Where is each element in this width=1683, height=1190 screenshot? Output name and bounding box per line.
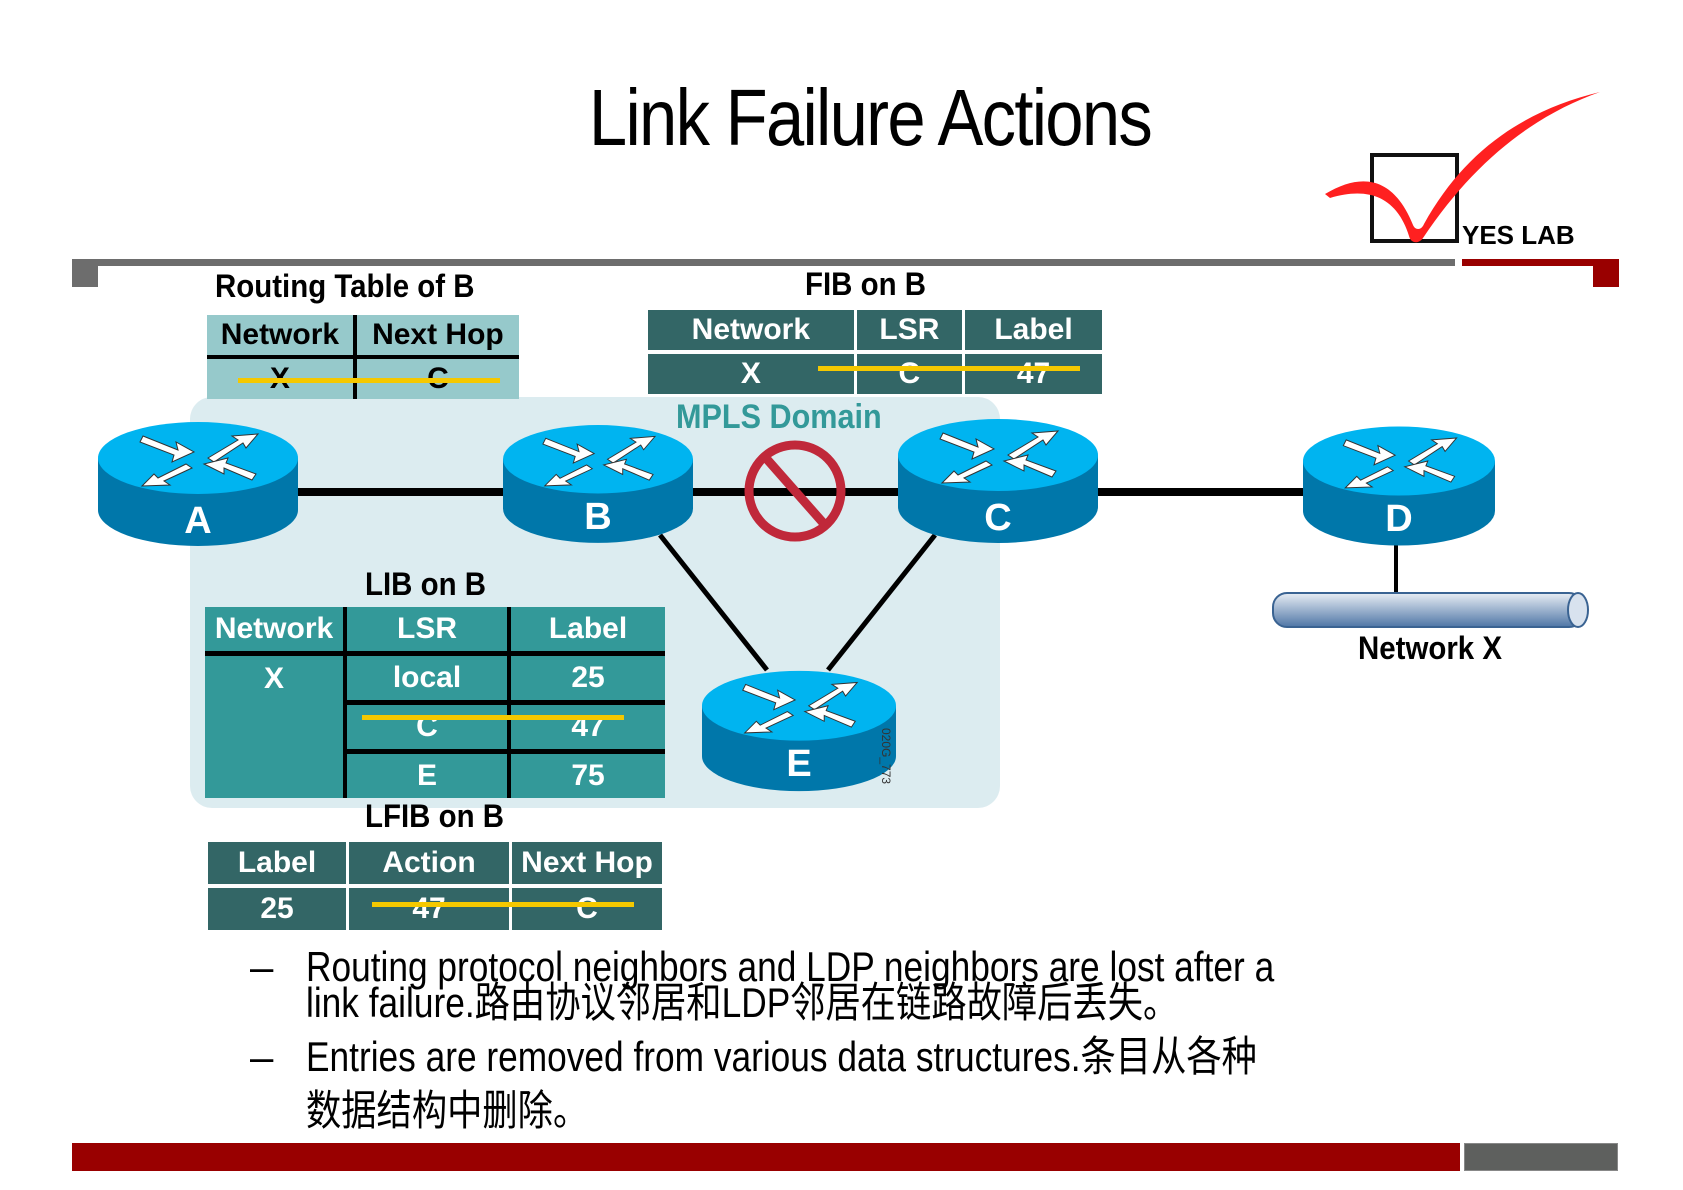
- lib-row-strikethrough: [362, 715, 624, 720]
- bullet-item: – Entries are removed from various data …: [250, 1035, 1510, 1133]
- lfib-header-label: Label: [205, 839, 349, 888]
- router-c[interactable]: C: [898, 415, 1098, 545]
- router-d[interactable]: D: [1303, 420, 1495, 550]
- bullet-item: – Routing protocol neighbors and LDP nei…: [250, 945, 1510, 1025]
- bullet-line: 数据结构中删除。: [306, 1087, 589, 1134]
- bullet-dash: –: [250, 943, 274, 990]
- lib-header-network: Network: [205, 607, 347, 656]
- footer-bar-gray: [1464, 1143, 1618, 1171]
- bullet-list: – Routing protocol neighbors and LDP nei…: [250, 945, 1510, 1143]
- footer-bar-red: [72, 1143, 1460, 1171]
- lfib-next-hop-cell: C: [509, 884, 665, 933]
- lib-lsr-cell: local: [345, 653, 511, 705]
- lfib-header-action: Action: [346, 839, 512, 888]
- lfib-header-next-hop: Next Hop: [509, 839, 665, 888]
- router-label: D: [1385, 498, 1413, 540]
- bullet-dash: –: [250, 1033, 274, 1080]
- lib-label-cell: 47: [509, 702, 665, 754]
- figure-id: 020G_773: [879, 728, 893, 785]
- lib-network-cell: X: [205, 653, 347, 798]
- lib-table: Network LSR Label X local 25 C 47 E 75: [205, 607, 665, 798]
- network-x-segment-icon: [1272, 592, 1589, 628]
- lib-header-lsr: LSR: [345, 607, 511, 656]
- lfib-row-strikethrough: [372, 902, 634, 907]
- lib-header-label: Label: [509, 607, 665, 656]
- lfib-table: Label Action Next Hop 25 47 C: [205, 839, 665, 933]
- router-e[interactable]: E: [702, 665, 896, 795]
- lib-lsr-cell: C: [345, 702, 511, 754]
- link-c-e: [826, 533, 937, 672]
- lib-lsr-cell: E: [345, 751, 511, 798]
- bullet-line: Entries are removed from various data st…: [306, 1033, 1257, 1080]
- lib-label-cell: 75: [571, 759, 605, 792]
- router-a[interactable]: A: [98, 418, 298, 548]
- table-row: X local 25: [205, 653, 665, 798]
- router-label: E: [786, 743, 812, 785]
- lfib-title: LFIB on B: [365, 798, 504, 834]
- lfib-action-cell: 47: [346, 884, 512, 933]
- table-row: 25 47 C: [205, 884, 665, 933]
- lib-title: LIB on B: [365, 566, 487, 602]
- bullet-line: link failure.路由协议邻居和LDP邻居在链路故障后丢失。: [306, 979, 1179, 1026]
- network-x-label: Network X: [1358, 630, 1502, 666]
- lfib-label-cell: 25: [205, 884, 349, 933]
- router-label: A: [184, 500, 212, 542]
- lib-label-cell: 25: [509, 653, 665, 705]
- link-b-e: [658, 533, 769, 672]
- router-label: B: [584, 496, 612, 538]
- router-label: C: [984, 497, 1012, 539]
- router-b[interactable]: B: [503, 418, 693, 548]
